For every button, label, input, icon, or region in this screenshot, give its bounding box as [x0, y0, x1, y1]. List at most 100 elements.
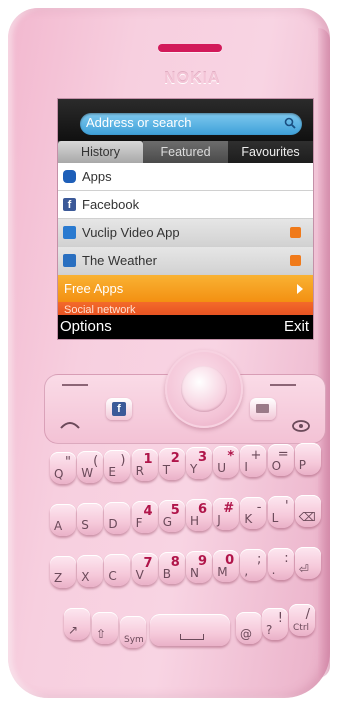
- key-row1-9[interactable]: P: [294, 443, 321, 475]
- key-label: E: [108, 465, 116, 479]
- end-key-icon[interactable]: [290, 418, 312, 432]
- key-alt-label: 7: [143, 556, 153, 571]
- key-row1-5[interactable]: Y3: [186, 447, 212, 479]
- key-alt-label: ': [285, 499, 289, 514]
- key-label: ⇧: [96, 627, 107, 641]
- key-row2-2[interactable]: D: [104, 502, 131, 534]
- download-badge-icon: [290, 227, 301, 238]
- options-softkey[interactable]: Options: [60, 318, 112, 335]
- key-row4-2[interactable]: Sym: [120, 616, 146, 648]
- tab-favourites[interactable]: Favourites: [228, 141, 313, 163]
- search-icon[interactable]: [284, 117, 296, 129]
- featured-list: Apps f Facebook Vuclip Video App The Wea…: [58, 163, 313, 320]
- apps-icon: [63, 170, 76, 183]
- left-selection-key[interactable]: [62, 384, 88, 386]
- navigation-key[interactable]: [165, 350, 243, 428]
- key-row3-2[interactable]: C: [104, 554, 131, 586]
- list-item-free-apps[interactable]: Free Apps: [58, 275, 313, 302]
- key-row3-3[interactable]: V7: [131, 553, 158, 585]
- list-item-vuclip[interactable]: Vuclip Video App: [58, 219, 313, 247]
- key-row2-7[interactable]: K-: [240, 497, 267, 529]
- key-row3-0[interactable]: Z: [50, 556, 76, 588]
- list-item-facebook[interactable]: f Facebook: [58, 191, 313, 219]
- key-label: S: [81, 518, 89, 532]
- address-search-field[interactable]: Address or search: [80, 113, 302, 135]
- key-label: @: [240, 627, 252, 641]
- key-row2-1[interactable]: S: [77, 503, 104, 535]
- key-label: K: [244, 512, 253, 526]
- key-label: W: [81, 466, 94, 480]
- key-row1-3[interactable]: R1: [131, 449, 158, 481]
- select-key[interactable]: [181, 366, 227, 412]
- key-row4-5[interactable]: Ctrl /: [289, 604, 315, 636]
- address-bar: Address or search: [58, 99, 313, 141]
- key-label: Q: [54, 467, 64, 481]
- list-item-label: The Weather: [82, 253, 157, 268]
- key-label: ↗: [68, 623, 79, 637]
- key-row3-7[interactable]: ,;: [240, 549, 267, 581]
- key-row3-5[interactable]: N9: [186, 551, 212, 583]
- key-row4-4[interactable]: ?!: [262, 608, 288, 640]
- key-row1-2[interactable]: E): [104, 450, 131, 482]
- chevron-right-icon: [297, 284, 303, 294]
- key-alt-label: *: [227, 449, 235, 464]
- weather-icon: [63, 254, 76, 267]
- list-item-weather[interactable]: The Weather: [58, 247, 313, 275]
- list-item-label: Facebook: [82, 197, 140, 212]
- key-alt-label: (: [93, 454, 99, 469]
- right-selection-key[interactable]: [270, 384, 296, 386]
- key-row3-8[interactable]: .:: [267, 548, 294, 580]
- key-row1-6[interactable]: U *: [213, 446, 240, 478]
- key-alt-label: ): [120, 453, 126, 468]
- facebook-key[interactable]: f: [106, 398, 132, 420]
- key-row2-0[interactable]: A: [50, 504, 76, 536]
- key-alt-label: 4: [143, 504, 153, 519]
- key-label: ⏎: [298, 562, 309, 576]
- list-item-label: Vuclip Video App: [82, 225, 180, 240]
- key-row1-7[interactable]: I +: [240, 445, 267, 477]
- key-label: I: [244, 460, 248, 474]
- call-key-icon[interactable]: [60, 420, 80, 430]
- key-alt-label: ;: [257, 552, 262, 567]
- key-row2-4[interactable]: G5: [158, 500, 185, 532]
- key-label: D: [108, 517, 118, 531]
- key-row3-1[interactable]: X: [77, 555, 104, 587]
- exit-softkey[interactable]: Exit: [284, 318, 309, 335]
- key-alt-label: 8: [170, 555, 180, 570]
- download-badge-icon: [290, 255, 301, 266]
- space-icon: [180, 634, 204, 640]
- key-row1-8[interactable]: O =: [267, 444, 294, 476]
- key-row2-8[interactable]: L ': [267, 496, 294, 528]
- space-key[interactable]: [150, 614, 230, 646]
- key-row4-3[interactable]: @: [236, 612, 262, 644]
- key-row4-1[interactable]: ⇧: [92, 612, 118, 644]
- list-item-label: Apps: [82, 169, 112, 184]
- key-label: F: [135, 516, 143, 530]
- key-row1-0[interactable]: Q ": [50, 452, 76, 484]
- key-row2-3[interactable]: F4: [131, 501, 158, 533]
- key-row2-5[interactable]: H6: [186, 499, 212, 531]
- key-row2-9[interactable]: ⌫: [294, 495, 321, 527]
- key-label: Ctrl: [293, 623, 310, 633]
- list-item-apps[interactable]: Apps: [58, 163, 313, 191]
- key-row3-9[interactable]: ⏎: [294, 547, 321, 579]
- key-label: P: [298, 458, 307, 472]
- facebook-icon: f: [112, 402, 126, 416]
- key-alt-label: #: [223, 501, 235, 516]
- tab-history[interactable]: History: [58, 141, 143, 163]
- key-alt-label: !: [277, 611, 283, 626]
- tab-featured[interactable]: Featured: [143, 141, 228, 163]
- messaging-key[interactable]: [250, 398, 276, 420]
- key-row2-6[interactable]: J #: [213, 498, 240, 530]
- key-alt-label: +: [250, 448, 262, 463]
- key-label: Z: [54, 571, 63, 585]
- key-label: X: [81, 570, 90, 584]
- key-row3-4[interactable]: B8: [158, 552, 185, 584]
- key-row1-4[interactable]: T2: [158, 448, 185, 480]
- key-row1-1[interactable]: W(: [77, 451, 104, 483]
- earpiece: [158, 44, 222, 52]
- address-placeholder: Address or search: [86, 115, 192, 130]
- key-row3-6[interactable]: M0: [213, 550, 240, 582]
- key-row4-0[interactable]: ↗: [64, 608, 90, 640]
- phone-edge: [318, 28, 330, 678]
